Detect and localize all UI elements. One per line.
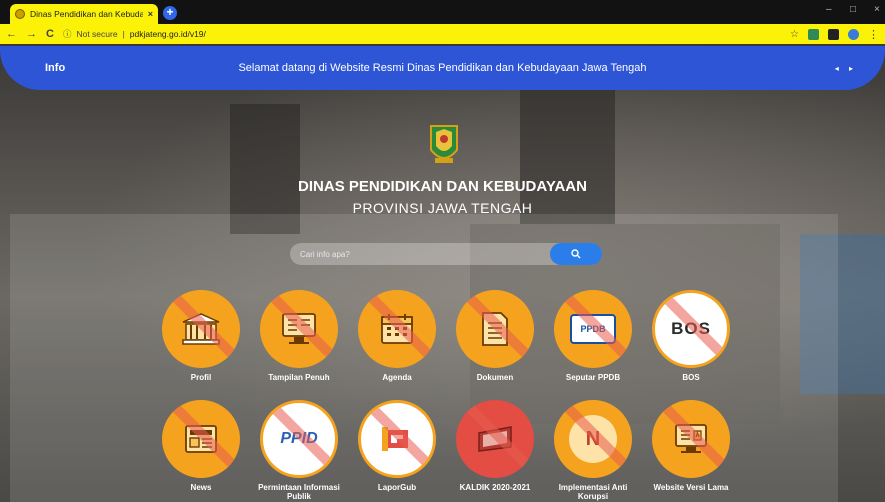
document-icon xyxy=(482,312,508,346)
menu-item-laporgub[interactable]: LaporGub xyxy=(354,400,440,492)
reload-button[interactable]: C xyxy=(46,28,54,40)
browser-tab[interactable]: Dinas Pendidikan dan Kebudayaan × xyxy=(10,4,158,24)
menu-label: Website Versi Lama xyxy=(653,483,729,492)
menu-item-implementasi-anti-korupsi[interactable]: N Implementasi Anti Korupsi xyxy=(550,400,636,501)
menu-label: Profil xyxy=(190,373,212,382)
forward-button[interactable]: → xyxy=(26,28,37,40)
menu-item-kaldik[interactable]: KALDIK 2020-2021 xyxy=(452,400,538,492)
menu-circle xyxy=(162,290,240,368)
menu-circle xyxy=(652,400,730,478)
ppid-logo-icon: PPID xyxy=(280,430,318,447)
menu-label: Agenda xyxy=(382,373,412,382)
menu-circle: PPID xyxy=(260,400,338,478)
menu-label: BOS xyxy=(682,373,700,382)
page-title: DINAS PENDIDIKAN DAN KEBUDAYAAN xyxy=(298,178,587,195)
menu-label: Implementasi Anti Korupsi xyxy=(558,483,628,501)
ppdb-logo-text: PPDB xyxy=(580,324,606,334)
menu-circle xyxy=(260,290,338,368)
tab-title: Dinas Pendidikan dan Kebudayaan xyxy=(30,9,143,19)
menu-label: KALDIK 2020-2021 xyxy=(459,483,531,492)
address-divider: | xyxy=(122,29,125,39)
maximize-button[interactable]: □ xyxy=(850,4,856,15)
tab-close-icon[interactable]: × xyxy=(148,9,153,19)
bos-logo-icon: BOS xyxy=(671,319,711,338)
security-label: Not secure xyxy=(76,29,118,39)
page-subtitle: PROVINSI JAWA TENGAH xyxy=(352,200,533,216)
ticker-arrows-icon[interactable]: ◂ ▸ xyxy=(835,64,857,73)
building-icon xyxy=(182,313,220,345)
info-ticker-text[interactable]: Selamat datang di Website Resmi Dinas Pe… xyxy=(0,62,885,74)
menu-item-bos[interactable]: BOS BOS xyxy=(648,290,734,382)
menu-circle: BOS xyxy=(652,290,730,368)
site-favicon-icon xyxy=(15,9,25,19)
menu-circle xyxy=(358,290,436,368)
anti-korupsi-icon: N xyxy=(569,415,617,463)
menu-label: News xyxy=(190,483,212,492)
extension-icon[interactable] xyxy=(808,28,819,40)
menu-item-profil[interactable]: Profil xyxy=(158,290,244,382)
url-text: pdkjateng.go.id/v19/ xyxy=(129,29,206,39)
bookmark-star-icon[interactable]: ☆ xyxy=(790,29,799,40)
menu-item-agenda[interactable]: Agenda xyxy=(354,290,440,382)
extension-puzzle-icon[interactable] xyxy=(828,28,839,40)
menu-item-seputar-ppdb[interactable]: PPDB Seputar PPDB xyxy=(550,290,636,382)
menu-label: Dokumen xyxy=(476,373,514,382)
anti-korupsi-logo-text: N xyxy=(585,427,601,450)
newspaper-icon xyxy=(185,425,217,453)
calendar-icon xyxy=(381,314,413,344)
browser-chrome: Dinas Pendidikan dan Kebudayaan × + – □ … xyxy=(0,0,885,44)
menu-label: LaporGub xyxy=(377,483,417,492)
info-ticker: Info Selamat datang di Website Resmi Din… xyxy=(0,46,885,90)
old-website-icon xyxy=(675,424,707,453)
ppdb-logo-icon: PPDB xyxy=(570,314,616,344)
menu-item-tampilan-penuh[interactable]: Tampilan Penuh xyxy=(256,290,342,382)
tab-bar: Dinas Pendidikan dan Kebudayaan × + – □ … xyxy=(0,0,885,24)
kaldik-icon xyxy=(478,426,512,452)
info-icon[interactable]: ⓘ xyxy=(63,28,72,40)
profile-avatar[interactable] xyxy=(848,28,859,40)
menu-circle xyxy=(358,400,436,478)
menu-circle xyxy=(456,290,534,368)
laporgub-logo-icon xyxy=(382,427,408,451)
menu-item-dokumen[interactable]: Dokumen xyxy=(452,290,538,382)
navigation-bar: ← → C ⓘ Not secure | pdkjateng.go.id/v19… xyxy=(0,24,885,44)
minimize-button[interactable]: – xyxy=(826,4,832,15)
search-icon xyxy=(571,249,581,259)
monitor-icon xyxy=(282,313,316,344)
menu-item-website-versi-lama[interactable]: Website Versi Lama xyxy=(648,400,734,492)
window-close-button[interactable]: × xyxy=(874,4,880,15)
browser-menu-icon[interactable]: ⋮ xyxy=(868,28,879,41)
menu-circle xyxy=(456,400,534,478)
back-button[interactable]: ← xyxy=(6,28,17,40)
jateng-emblem-icon xyxy=(430,125,458,163)
menu-circle: PPDB xyxy=(554,290,632,368)
web-page: Info Selamat datang di Website Resmi Din… xyxy=(0,44,885,502)
menu-circle xyxy=(162,400,240,478)
new-tab-button[interactable]: + xyxy=(163,6,177,20)
search-bar xyxy=(290,243,602,265)
menu-item-permintaan-informasi-publik[interactable]: PPID Permintaan Informasi Publik xyxy=(256,400,342,501)
menu-label: Seputar PPDB xyxy=(565,373,621,382)
menu-label: Tampilan Penuh xyxy=(268,373,330,382)
search-input[interactable] xyxy=(290,243,550,265)
address-bar[interactable]: ⓘ Not secure | pdkjateng.go.id/v19/ xyxy=(63,26,781,42)
menu-item-news[interactable]: News xyxy=(158,400,244,492)
menu-label: Permintaan Informasi Publik xyxy=(258,483,340,501)
search-button[interactable] xyxy=(550,243,602,265)
menu-circle: N xyxy=(554,400,632,478)
